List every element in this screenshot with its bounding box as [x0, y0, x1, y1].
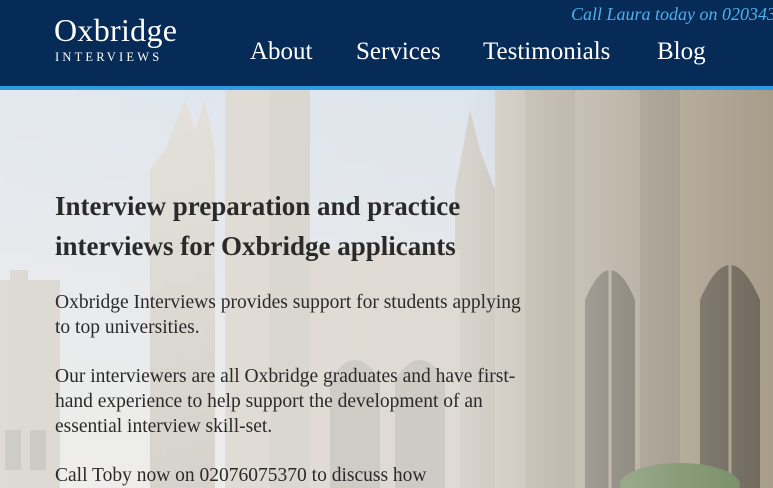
logo-subtitle: INTERVIEWS — [55, 50, 163, 64]
nav-services[interactable]: Services — [356, 38, 441, 66]
call-toby-paragraph: Call Toby now on 02076075370 to discuss … — [55, 465, 427, 486]
logo-wordmark[interactable]: Oxbridge — [54, 12, 177, 49]
intro-paragraph: Oxbridge Interviews provides support for… — [55, 292, 521, 338]
interviewers-paragraph: Our interviewers are all Oxbridge gradua… — [55, 366, 516, 437]
call-phone-text[interactable]: Call Laura today on 020343 — [571, 4, 773, 25]
hero-heading: Interview preparation and practice inter… — [55, 191, 461, 261]
nav-blog[interactable]: Blog — [657, 38, 706, 66]
nav-about[interactable]: About — [250, 38, 313, 66]
nav-testimonials[interactable]: Testimonials — [483, 38, 610, 66]
hero-content: Interview preparation and practice inter… — [55, 186, 525, 488]
hero-section: Interview preparation and practice inter… — [0, 90, 773, 488]
site-header: Oxbridge INTERVIEWS Call Laura today on … — [0, 0, 773, 86]
